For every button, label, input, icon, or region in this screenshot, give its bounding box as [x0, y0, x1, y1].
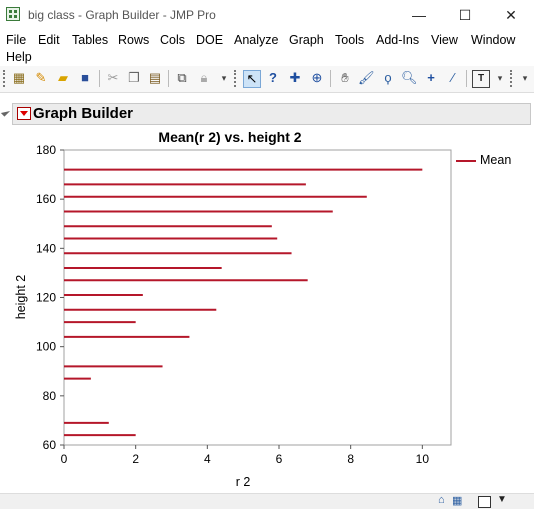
crosshairs-plus-icon[interactable]: +	[423, 70, 439, 86]
minimize-icon[interactable]: —	[396, 0, 442, 30]
script-window-icon[interactable]: ⧉	[174, 70, 190, 86]
menu-help[interactable]: Help	[6, 50, 32, 64]
lock-icon[interactable]: 🔒︎	[196, 70, 212, 86]
jmp-app-icon	[6, 7, 20, 21]
toolbar-grip[interactable]	[234, 70, 238, 87]
menu-analyze[interactable]: Analyze	[234, 33, 278, 47]
y-axis-label: height 2	[14, 275, 28, 320]
toolbar-separator	[330, 70, 331, 87]
home-icon[interactable]: ⌂	[438, 494, 445, 506]
window-title: big class - Graph Builder - JMP Pro	[28, 8, 216, 22]
y-tick-label: 80	[43, 389, 57, 403]
window-toggle-icon[interactable]	[478, 496, 491, 508]
annotate-tool-icon[interactable]: T	[472, 70, 490, 88]
chart: Mean(r 2) vs. height 2 r 2 height 2 0 2 4 6…	[14, 129, 452, 489]
toolbar-overflow-icon-2[interactable]: ▾	[492, 70, 508, 86]
menu-doe[interactable]: DOE	[196, 33, 223, 47]
toolbar-overflow-icon-3[interactable]: ▾	[517, 70, 533, 86]
toolbar-separator	[99, 70, 100, 87]
save-icon[interactable]: ■	[77, 70, 93, 86]
x-tick-label: 8	[347, 452, 354, 466]
x-tick-label: 4	[204, 452, 211, 466]
menu-tables[interactable]: Tables	[72, 33, 108, 47]
plot-frame	[63, 149, 452, 446]
menu-rows[interactable]: Rows	[118, 33, 149, 47]
y-tick-label: 140	[36, 241, 56, 255]
toolbar-grip[interactable]	[3, 70, 7, 87]
selection-tool-icon[interactable]: ✚	[287, 70, 303, 86]
cut-icon[interactable]: ✂	[105, 70, 121, 86]
toolbar-grip[interactable]	[510, 70, 514, 87]
status-dropdown-icon[interactable]: ▼	[497, 494, 507, 505]
grabber-tool-icon[interactable]: ✋︎	[337, 70, 353, 86]
toolbar-separator	[168, 70, 169, 87]
new-script-icon[interactable]: ✎	[33, 70, 49, 86]
arrow-tool-icon[interactable]: ↖	[243, 70, 261, 88]
menu-edit[interactable]: Edit	[38, 33, 60, 47]
x-tick-label: 6	[276, 452, 283, 466]
menu-graph[interactable]: Graph	[289, 33, 324, 47]
y-tick-label: 60	[43, 438, 57, 452]
x-tick-label: 10	[416, 452, 430, 466]
status-bar: ⌂ ▦ ▼	[0, 493, 534, 509]
menu-bar: File Edit Tables Rows Cols DOE Analyze G…	[0, 30, 534, 66]
new-data-table-icon[interactable]: ▦	[11, 70, 27, 86]
copy-icon[interactable]: ❐	[126, 70, 142, 86]
window-titlebar: big class - Graph Builder - JMP Pro — ☐ …	[0, 0, 534, 30]
x-tick-label: 0	[61, 452, 68, 466]
maximize-icon[interactable]: ☐	[442, 0, 488, 30]
menu-cols[interactable]: Cols	[160, 33, 185, 47]
toolbar-overflow-icon[interactable]: ▾	[216, 70, 232, 86]
y-tick-label: 100	[36, 340, 56, 354]
lasso-tool-icon[interactable]: ϙ	[380, 70, 396, 86]
menu-file[interactable]: File	[6, 33, 26, 47]
y-tick-label: 120	[36, 291, 56, 305]
line-tool-icon[interactable]: ⁄	[445, 70, 461, 86]
toolbar: ▦ ✎ ▰ ■ ✂ ❐ ▤ ⧉ 🔒︎ ▾ ↖ ? ✚ ⊕ ✋︎ 🖌︎ ϙ 🔍︎ …	[0, 66, 534, 93]
help-tool-icon[interactable]: ?	[265, 70, 281, 86]
magnifier-tool-icon[interactable]: 🔍︎	[401, 70, 418, 86]
crosshair-tool-icon[interactable]: ⊕	[309, 70, 325, 86]
toolbar-separator	[466, 70, 467, 87]
menu-view[interactable]: View	[431, 33, 458, 47]
y-tick-label: 160	[36, 192, 56, 206]
menu-tools[interactable]: Tools	[335, 33, 364, 47]
grid-icon[interactable]: ▦	[452, 494, 462, 507]
x-axis-label: r 2	[236, 475, 251, 489]
legend-swatch	[456, 160, 476, 162]
x-tick-label: 2	[132, 452, 139, 466]
menu-window[interactable]: Window	[471, 33, 515, 47]
y-tick-label: 180	[36, 143, 56, 157]
legend-label: Mean	[480, 153, 512, 167]
close-icon[interactable]: ✕	[488, 0, 534, 30]
brush-tool-icon[interactable]: 🖌︎	[358, 70, 375, 86]
report-content: Graph Builder Mean(r 2) vs. height 2 r 2…	[0, 93, 534, 493]
open-folder-icon[interactable]: ▰	[55, 70, 71, 86]
paste-icon[interactable]: ▤	[147, 70, 163, 86]
chart-title: Mean(r 2) vs. height 2	[158, 129, 301, 145]
menu-add-ins[interactable]: Add-Ins	[376, 33, 419, 47]
